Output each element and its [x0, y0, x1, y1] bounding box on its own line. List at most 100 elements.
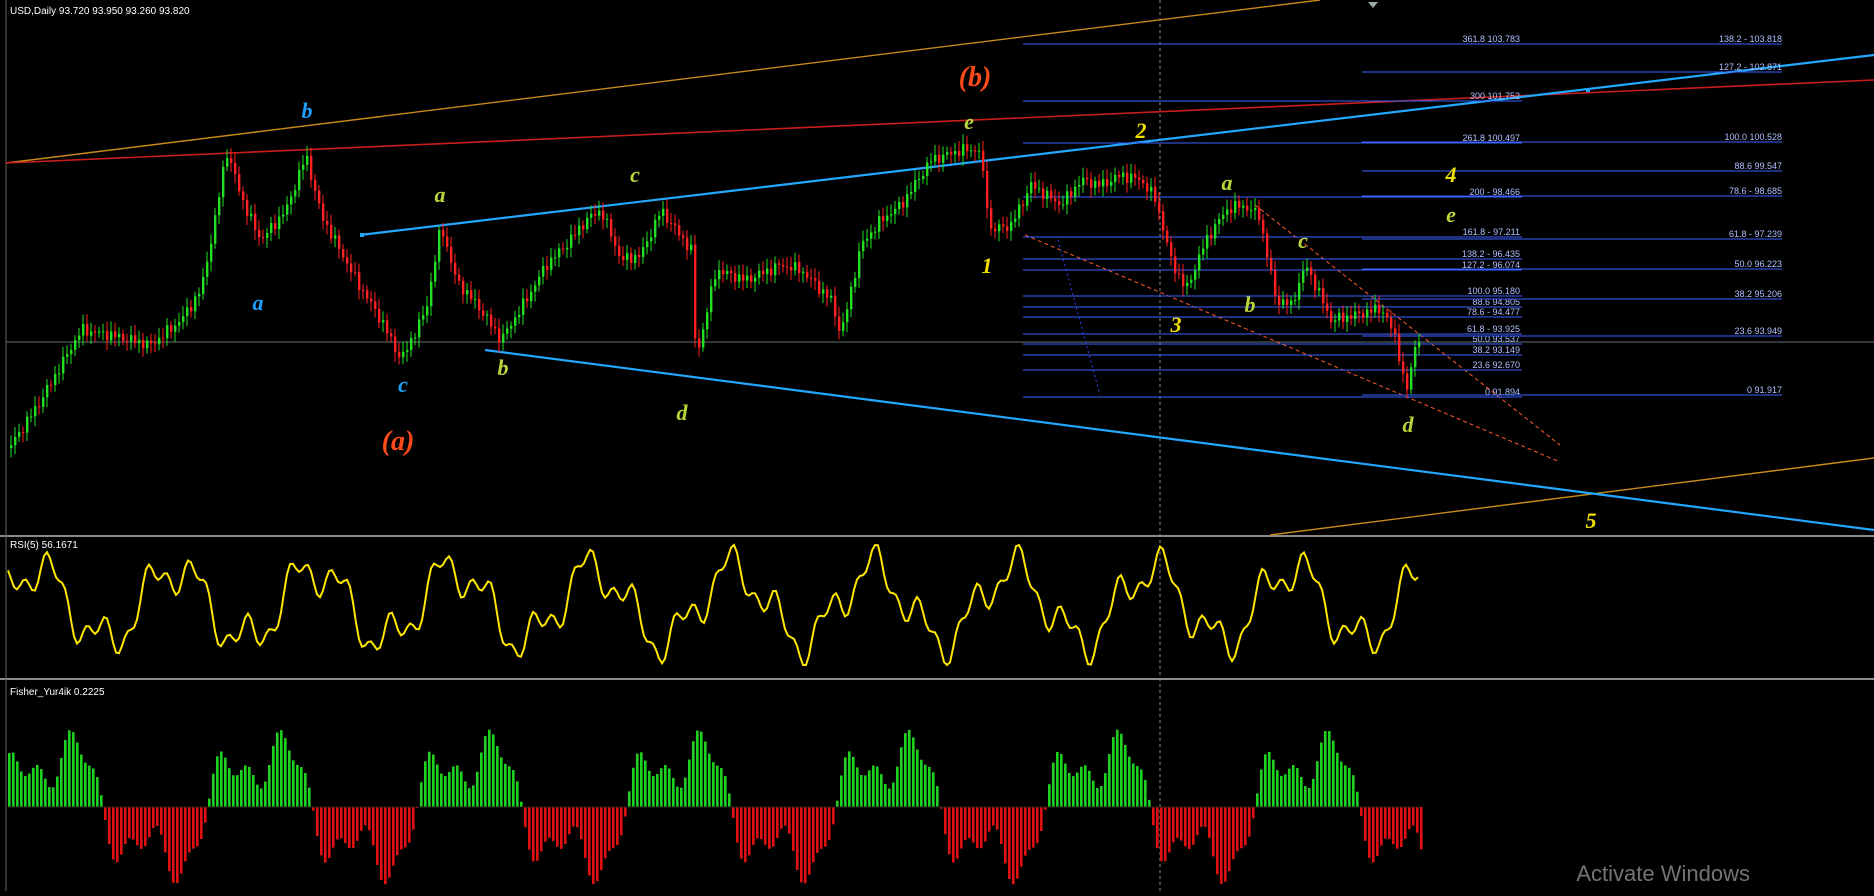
- candle-body: [906, 194, 909, 208]
- main-panel[interactable]: [0, 0, 1874, 535]
- candle-body: [1410, 367, 1413, 390]
- fisher-bar: [1228, 807, 1231, 872]
- fisher-bar: [864, 775, 867, 807]
- fisher-bar: [356, 807, 359, 841]
- candle-body: [1326, 303, 1329, 311]
- chart-window[interactable]: 361.8 103.783 300 101.752 261.8 100.497 200…: [0, 0, 1874, 891]
- candle-body: [1358, 311, 1361, 314]
- fib-level-label: 88.6 99.547: [1734, 161, 1782, 171]
- candle-body: [914, 179, 917, 192]
- candle-body: [810, 277, 813, 279]
- candle-body: [354, 272, 357, 274]
- candle-body: [870, 232, 873, 239]
- candle-body: [638, 254, 641, 258]
- candle-body: [950, 152, 953, 155]
- fisher-bar: [1304, 786, 1307, 807]
- candle-body: [1046, 190, 1049, 199]
- candle-body: [322, 203, 325, 221]
- fisher-bar: [892, 782, 895, 807]
- candle-body: [1314, 274, 1317, 291]
- fisher-bar: [1176, 807, 1179, 838]
- candle-body: [666, 208, 669, 223]
- candle-body: [1154, 186, 1157, 202]
- candle-body: [422, 315, 425, 320]
- fisher-bar: [676, 786, 679, 807]
- candle-body: [1198, 254, 1201, 271]
- candle-body: [438, 229, 441, 262]
- candle-body: [302, 164, 305, 170]
- fisher-bar: [1164, 807, 1167, 862]
- fisher-bar: [192, 807, 195, 849]
- candle-body: [1130, 173, 1133, 183]
- candle-body: [1310, 267, 1313, 275]
- fisher-bar: [364, 807, 367, 826]
- candle-body: [482, 310, 485, 316]
- fisher-bar: [1348, 767, 1351, 807]
- candle-body: [1206, 234, 1209, 249]
- candle-body: [722, 270, 725, 275]
- fisher-bar: [136, 807, 139, 846]
- candle-body: [118, 333, 121, 338]
- fisher-bar: [1192, 807, 1195, 845]
- candle-body: [550, 257, 553, 270]
- fisher-bar: [572, 807, 575, 827]
- fisher-bar: [188, 807, 191, 853]
- fisher-bar: [1032, 807, 1035, 848]
- fisher-bar: [208, 798, 211, 807]
- candle-body: [338, 235, 341, 250]
- fisher-bar: [712, 762, 715, 807]
- candle-body: [574, 234, 577, 236]
- trendline-anchor[interactable]: [1586, 88, 1590, 92]
- trendline-anchor[interactable]: [360, 233, 364, 237]
- fisher-bar: [332, 807, 335, 848]
- candle-body: [70, 349, 73, 355]
- fib-level-label: 127.2 - 102.871: [1719, 62, 1782, 72]
- fisher-bar: [12, 752, 15, 807]
- fisher-bar: [468, 788, 471, 807]
- fisher-bar: [872, 765, 875, 807]
- candle-body: [134, 335, 137, 344]
- fisher-bar: [340, 807, 343, 839]
- candle-body: [538, 276, 541, 286]
- wave-label: a: [1222, 170, 1233, 195]
- fisher-bar: [276, 732, 279, 807]
- fisher-bar: [1000, 807, 1003, 845]
- fisher-bar: [576, 807, 579, 828]
- candle-body: [1158, 201, 1161, 212]
- candle-body: [662, 208, 665, 217]
- candle-body: [1202, 248, 1205, 255]
- candle-body: [934, 154, 937, 162]
- candle-body: [1030, 182, 1033, 194]
- fisher-bar: [548, 807, 551, 838]
- candle-body: [66, 354, 69, 357]
- candle-body: [930, 161, 933, 163]
- candle-body: [386, 320, 389, 334]
- fisher-bar: [776, 807, 779, 839]
- fisher-bar: [984, 807, 987, 842]
- fisher-bar: [432, 754, 435, 807]
- fisher-bar: [496, 746, 499, 807]
- candle-body: [418, 319, 421, 338]
- fisher-bar: [168, 807, 171, 872]
- candle-body: [1254, 207, 1257, 211]
- candle-body: [426, 306, 429, 316]
- candle-body: [366, 290, 369, 299]
- fisher-bar: [100, 795, 103, 807]
- fisher-bar: [524, 807, 527, 828]
- fisher-bar: [152, 807, 155, 829]
- fib-level-label: 300 101.752: [1470, 91, 1520, 101]
- candle-body: [1098, 180, 1101, 187]
- candle-body: [478, 299, 481, 311]
- fisher-bar: [1024, 807, 1027, 856]
- fisher-bar: [1376, 807, 1379, 857]
- fisher-bar: [488, 729, 491, 807]
- candle-body: [286, 204, 289, 215]
- fisher-bar: [1112, 737, 1115, 807]
- fisher-bar: [40, 769, 43, 807]
- fisher-bar: [924, 764, 927, 807]
- fisher-bar: [104, 807, 107, 821]
- candle-body: [526, 298, 529, 302]
- candle-body: [1366, 309, 1369, 318]
- chart-canvas[interactable]: 361.8 103.783300 101.752261.8 100.497200…: [0, 0, 1874, 891]
- candle-body: [1038, 188, 1041, 190]
